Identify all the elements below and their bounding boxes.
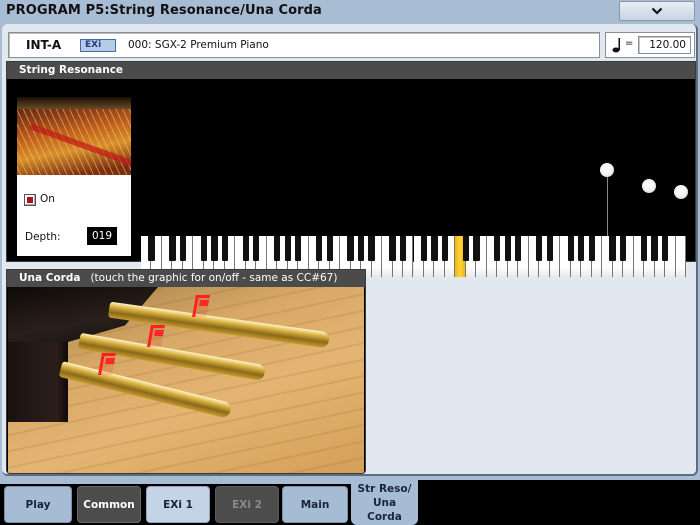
black-key[interactable]: [347, 236, 354, 261]
black-key[interactable]: [651, 236, 658, 261]
tab-main[interactable]: Main: [282, 486, 348, 523]
tempo-equals: =: [625, 38, 634, 49]
una-corda-header: Una Corda (touch the graphic for on/off -…: [7, 270, 365, 287]
black-key[interactable]: [295, 236, 302, 261]
black-key[interactable]: [441, 236, 449, 261]
tempo-input[interactable]: 120.00: [638, 36, 691, 54]
black-key[interactable]: [473, 236, 480, 261]
chevron-down-icon: [651, 7, 663, 15]
black-key[interactable]: [316, 236, 323, 261]
black-key[interactable]: [588, 236, 595, 261]
exi-badge: EXi: [80, 39, 116, 52]
checkbox-checked-mark: [27, 197, 33, 203]
black-key[interactable]: [515, 236, 522, 261]
program-name: 000: SGX-2 Premium Piano: [128, 39, 269, 51]
black-key[interactable]: [494, 236, 501, 261]
program-select-field[interactable]: INT-A EXi 000: SGX-2 Premium Piano: [8, 32, 600, 58]
resonance-marker-stem: [607, 177, 609, 236]
piano-strings-image: [17, 97, 131, 175]
string-resonance-on-checkbox[interactable]: [24, 194, 36, 206]
una-corda-panel: Una Corda (touch the graphic for on/off -…: [6, 269, 366, 474]
black-key[interactable]: [619, 236, 627, 261]
page-title: PROGRAM P5:String Resonance/Una Corda: [6, 3, 322, 18]
black-key[interactable]: [179, 236, 187, 261]
depth-label: Depth:: [25, 231, 61, 243]
black-key[interactable]: [504, 236, 511, 261]
page-panel: INT-A EXi 000: SGX-2 Premium Piano = 120…: [2, 24, 698, 476]
black-key[interactable]: [536, 236, 543, 261]
title-bar: PROGRAM P5:String Resonance/Una Corda: [0, 0, 700, 24]
tab-common[interactable]: Common: [77, 486, 141, 523]
resonance-marker-dot: [642, 179, 657, 193]
black-key[interactable]: [431, 236, 438, 261]
black-key[interactable]: [609, 236, 616, 261]
black-key[interactable]: [578, 236, 585, 261]
black-key[interactable]: [368, 236, 375, 261]
string-resonance-controls: On Depth: 019: [17, 175, 131, 256]
tab-str-reso-una-corda[interactable]: Str Reso/ Una Corda: [351, 480, 418, 525]
una-corda-subtitle: (touch the graphic for on/off - same as …: [90, 272, 338, 284]
black-key[interactable]: [211, 236, 218, 261]
black-key[interactable]: [200, 236, 208, 261]
black-key[interactable]: [253, 236, 260, 261]
screen: PROGRAM P5:String Resonance/Una Corda IN…: [0, 0, 700, 525]
una-corda-pedal-image[interactable]: [8, 287, 364, 473]
black-key[interactable]: [389, 236, 396, 261]
on-label: On: [40, 193, 55, 205]
tab-exi-1[interactable]: EXi 1: [146, 486, 210, 523]
black-key[interactable]: [462, 236, 470, 261]
black-key[interactable]: [169, 236, 176, 261]
string-resonance-header: String Resonance: [7, 62, 695, 79]
una-corda-title: Una Corda: [19, 272, 81, 284]
page-area: INT-A EXi 000: SGX-2 Premium Piano = 120…: [0, 22, 700, 480]
depth-value[interactable]: 019: [87, 227, 117, 245]
black-key[interactable]: [326, 236, 333, 261]
resonance-marker-dot: [673, 185, 688, 199]
black-key[interactable]: [420, 236, 428, 261]
black-key[interactable]: [148, 236, 155, 261]
black-key[interactable]: [242, 236, 249, 261]
black-key[interactable]: [640, 236, 648, 261]
black-key[interactable]: [274, 236, 281, 261]
tempo-field: = 120.00: [605, 32, 695, 58]
black-key[interactable]: [661, 236, 669, 261]
tab-exi-2[interactable]: EXi 2: [215, 486, 279, 523]
string-resonance-panel: String Resonance On Depth: 019: [6, 61, 696, 277]
black-key[interactable]: [221, 236, 228, 261]
black-key[interactable]: [284, 236, 291, 261]
black-key[interactable]: [546, 236, 553, 261]
bank-label: INT-A: [26, 38, 62, 52]
tab-bar: Play Common EXi 1 EXi 2 Main Str Reso/ U…: [0, 480, 700, 525]
white-key[interactable]: [675, 236, 686, 277]
resonance-marker-dot: [600, 163, 615, 177]
tab-play[interactable]: Play: [4, 486, 72, 523]
black-key[interactable]: [567, 236, 574, 261]
black-key[interactable]: [399, 236, 407, 261]
quarter-note-icon: [612, 38, 620, 53]
page-menu-button[interactable]: [619, 1, 695, 21]
black-key[interactable]: [357, 236, 365, 261]
